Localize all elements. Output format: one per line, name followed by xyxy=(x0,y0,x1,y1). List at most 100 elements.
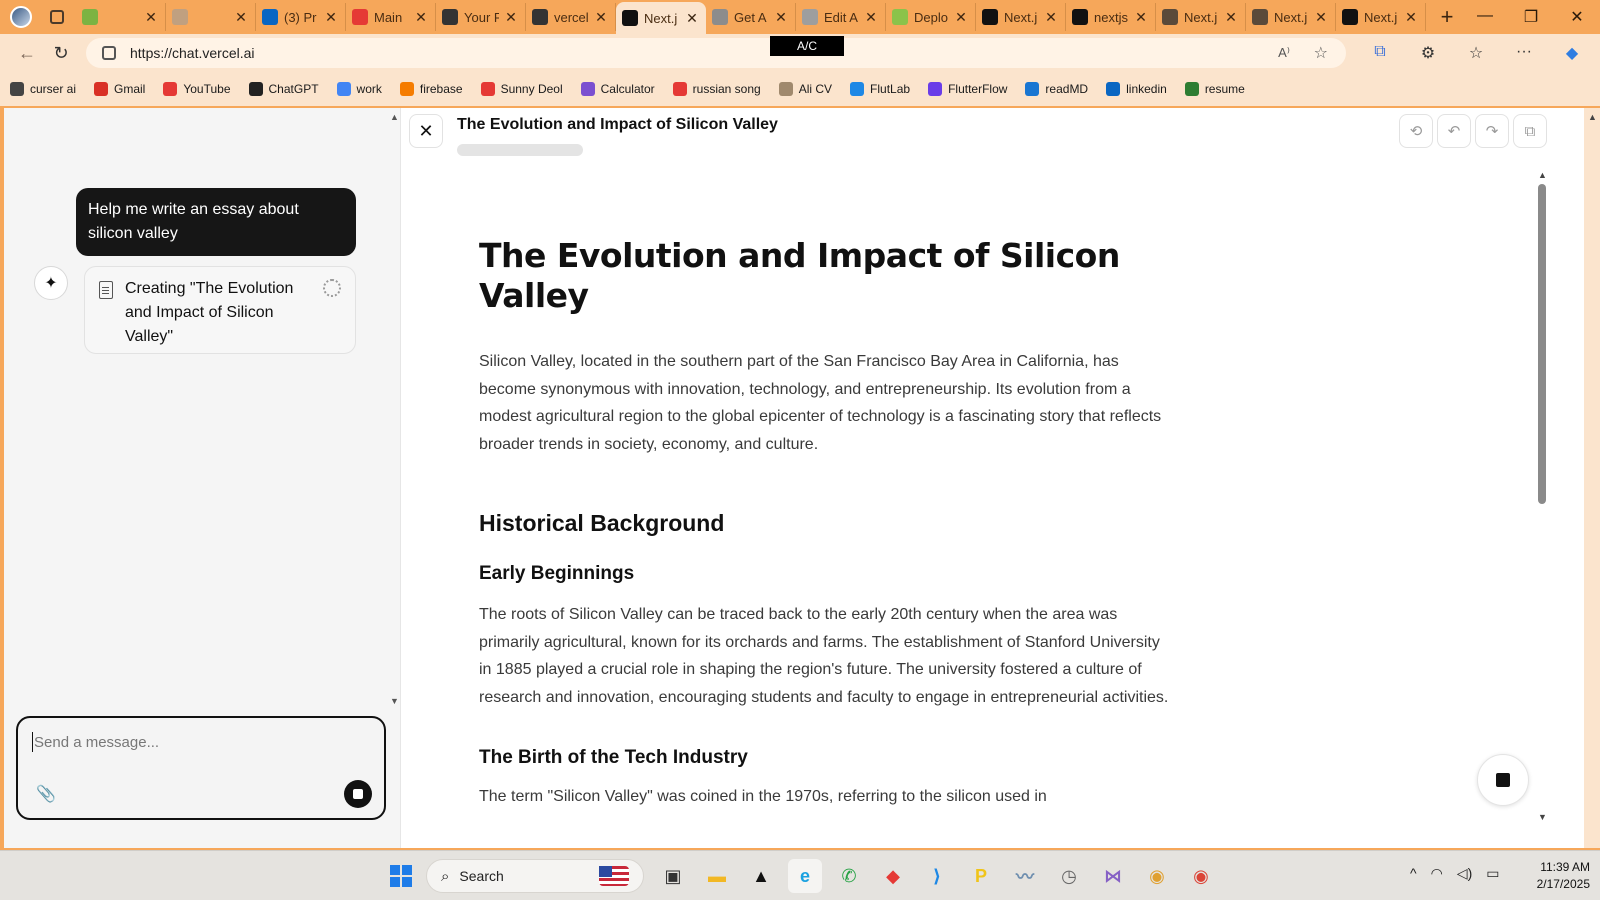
stop-generation-button[interactable] xyxy=(344,780,372,808)
browser-tab[interactable]: Get A ✕ xyxy=(706,3,796,31)
start-button[interactable] xyxy=(390,865,412,887)
activity-app-icon[interactable]: 〰 xyxy=(1008,859,1042,893)
close-tab-icon[interactable]: ✕ xyxy=(773,9,789,26)
version-history-icon[interactable]: ⟲ xyxy=(1399,114,1433,148)
close-tab-icon[interactable]: ✕ xyxy=(503,9,519,26)
browser-tab[interactable]: Next.j ✕ xyxy=(1246,3,1336,31)
more-menu-icon[interactable]: ··· xyxy=(1506,43,1542,63)
copilot-icon[interactable]: ◆ xyxy=(1554,43,1590,63)
reload-button[interactable]: ↻ xyxy=(44,43,78,64)
scroll-up-icon[interactable]: ▲ xyxy=(1588,112,1597,122)
volume-icon[interactable]: ◁) xyxy=(1457,865,1472,882)
system-clock[interactable]: 11:39 AM 2/17/2025 xyxy=(1520,859,1590,893)
close-tab-icon[interactable]: ✕ xyxy=(684,10,700,27)
bookmark-item[interactable]: FlutterFlow xyxy=(928,82,1007,96)
favorites-icon[interactable]: ☆ xyxy=(1458,43,1494,63)
clock-app-icon[interactable]: ◷ xyxy=(1052,859,1086,893)
sidebar-scrollbar[interactable]: ▲ ▼ xyxy=(388,108,400,708)
close-window-button[interactable]: ✕ xyxy=(1554,7,1600,27)
new-tab-button[interactable]: + xyxy=(1432,4,1462,30)
bookmark-item[interactable]: firebase xyxy=(399,82,463,96)
redo-icon[interactable]: ↷ xyxy=(1475,114,1509,148)
bookmark-item[interactable]: FlutLab xyxy=(850,82,910,96)
chrome-canary-app-icon[interactable]: ◉ xyxy=(1140,859,1174,893)
bookmark-item[interactable]: curser ai xyxy=(10,82,76,96)
anydesk-app-icon[interactable]: ◆ xyxy=(876,859,910,893)
close-document-button[interactable]: ✕ xyxy=(409,114,443,148)
app-p-icon[interactable]: P xyxy=(964,859,998,893)
read-aloud-icon[interactable]: A⁾ xyxy=(1278,45,1290,61)
close-tab-icon[interactable]: ✕ xyxy=(1043,9,1059,26)
message-input[interactable]: Send a message... xyxy=(34,734,159,751)
bookmark-item[interactable]: russian song xyxy=(672,82,761,96)
browser-tab[interactable]: ✕ xyxy=(166,3,256,31)
vscode-app-icon[interactable]: ⟩ xyxy=(920,859,954,893)
restore-button[interactable]: ❐ xyxy=(1508,7,1554,27)
workspaces-icon[interactable] xyxy=(45,4,70,30)
extensions-icon[interactable]: ⚙ xyxy=(1410,43,1446,63)
scroll-down-icon[interactable]: ▼ xyxy=(390,696,399,706)
favorite-star-icon[interactable]: ☆ xyxy=(1314,43,1328,63)
document-status-card[interactable]: Creating "The Evolution and Impact of Si… xyxy=(84,266,356,354)
document-scrollbar[interactable]: ▲ ▼ xyxy=(1535,170,1549,830)
browser-tab[interactable]: Next.j ✕ xyxy=(616,2,706,34)
message-composer[interactable]: Send a message... 📎 xyxy=(16,716,386,820)
terminal-app-icon[interactable]: ▲ xyxy=(744,859,778,893)
browser-tab[interactable]: Next.j ✕ xyxy=(1336,3,1426,31)
scroll-up-icon[interactable]: ▲ xyxy=(390,112,399,122)
browser-tab[interactable]: ✕ xyxy=(76,3,166,31)
visual-studio-app-icon[interactable]: ⋈ xyxy=(1096,859,1130,893)
browser-tab[interactable]: Main ✕ xyxy=(346,3,436,31)
bookmark-item[interactable]: work xyxy=(336,82,382,96)
page-scrollbar[interactable]: ▲ xyxy=(1584,108,1600,848)
wifi-icon[interactable]: ◠ xyxy=(1431,865,1443,882)
bookmark-item[interactable]: YouTube xyxy=(163,82,231,96)
chrome-app-icon[interactable]: ◉ xyxy=(1184,859,1218,893)
browser-tab[interactable]: nextjs ✕ xyxy=(1066,3,1156,31)
edge-app-icon[interactable]: e xyxy=(788,859,822,893)
copy-icon[interactable]: ⧉ xyxy=(1513,114,1547,148)
browser-tab[interactable]: vercel ✕ xyxy=(526,3,616,31)
scroll-down-icon[interactable]: ▼ xyxy=(1538,812,1547,822)
task-view-app-icon[interactable]: ▣ xyxy=(656,859,690,893)
profile-avatar[interactable] xyxy=(6,3,37,31)
attachment-icon[interactable]: 📎 xyxy=(36,784,56,804)
close-tab-icon[interactable]: ✕ xyxy=(1403,9,1419,26)
close-tab-icon[interactable]: ✕ xyxy=(593,9,609,26)
bookmark-item[interactable]: readMD xyxy=(1025,82,1088,96)
close-tab-icon[interactable]: ✕ xyxy=(323,9,339,26)
minimize-button[interactable]: — xyxy=(1462,7,1508,27)
browser-tab[interactable]: Your F ✕ xyxy=(436,3,526,31)
close-tab-icon[interactable]: ✕ xyxy=(233,9,249,26)
close-tab-icon[interactable]: ✕ xyxy=(1313,9,1329,26)
scroll-up-icon[interactable]: ▲ xyxy=(1538,170,1547,180)
close-tab-icon[interactable]: ✕ xyxy=(1223,9,1239,26)
bookmark-item[interactable]: Ali CV xyxy=(778,82,832,96)
tray-chevron-icon[interactable]: ^ xyxy=(1410,865,1417,882)
close-tab-icon[interactable]: ✕ xyxy=(1133,9,1149,26)
stop-button[interactable] xyxy=(1477,754,1529,806)
scroll-thumb[interactable] xyxy=(1538,184,1546,504)
whatsapp-app-icon[interactable]: ✆ xyxy=(832,859,866,893)
file-explorer-app-icon[interactable]: ▬ xyxy=(700,859,734,893)
browser-tab[interactable]: Next.j ✕ xyxy=(1156,3,1246,31)
close-tab-icon[interactable]: ✕ xyxy=(953,9,969,26)
close-tab-icon[interactable]: ✕ xyxy=(143,9,159,26)
translate-icon[interactable]: ⧉ xyxy=(1362,43,1398,63)
close-tab-icon[interactable]: ✕ xyxy=(863,9,879,26)
battery-icon[interactable]: ▭ xyxy=(1486,865,1499,882)
bookmark-item[interactable]: resume xyxy=(1184,82,1245,96)
address-bar[interactable]: https://chat.vercel.ai A⁾ ☆ xyxy=(86,38,1346,68)
bookmark-item[interactable]: linkedin xyxy=(1106,82,1167,96)
browser-tab[interactable]: Next.j ✕ xyxy=(976,3,1066,31)
bookmark-item[interactable]: Gmail xyxy=(94,82,145,96)
back-button[interactable]: ← xyxy=(10,43,44,64)
browser-tab[interactable]: Edit A ✕ xyxy=(796,3,886,31)
browser-tab[interactable]: (3) Pr ✕ xyxy=(256,3,346,31)
undo-icon[interactable]: ↶ xyxy=(1437,114,1471,148)
bookmark-item[interactable]: ChatGPT xyxy=(248,82,319,96)
browser-tab[interactable]: Deplo ✕ xyxy=(886,3,976,31)
taskbar-search[interactable]: ⌕ Search xyxy=(426,859,644,893)
bookmark-item[interactable]: Sunny Deol xyxy=(480,82,563,96)
close-tab-icon[interactable]: ✕ xyxy=(413,9,429,26)
